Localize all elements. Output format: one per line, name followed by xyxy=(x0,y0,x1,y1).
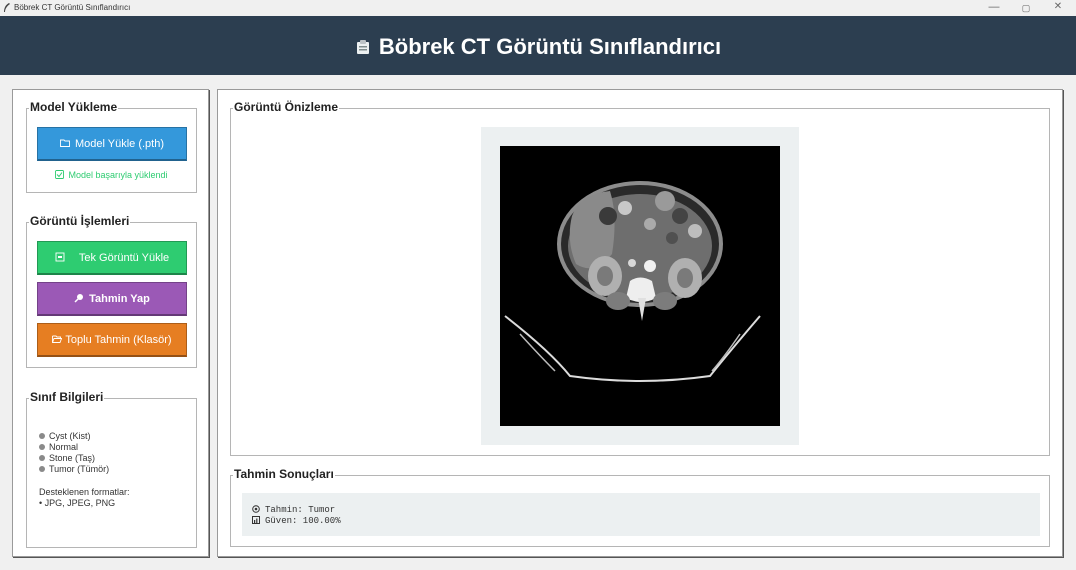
predict-button[interactable]: Tahmin Yap xyxy=(37,282,187,316)
feather-icon xyxy=(4,3,10,12)
class-label: Cyst (Kist) xyxy=(49,431,91,441)
class-label: Normal xyxy=(49,442,79,452)
bullet-icon xyxy=(39,444,45,450)
image-icon xyxy=(55,252,65,262)
batch-predict-button[interactable]: Toplu Tahmin (Klasör) xyxy=(37,323,187,357)
kidney-ct-image xyxy=(500,146,780,426)
list-item: Tumor (Tümör) xyxy=(39,464,109,475)
load-single-image-label: Tek Görüntü Yükle xyxy=(78,252,170,264)
image-preview-legend: Görüntü Önizleme xyxy=(233,100,340,114)
page-title: Böbrek CT Görüntü Sınıflandırıcı xyxy=(378,34,722,59)
class-label: Tumor (Tümör) xyxy=(49,464,110,474)
model-loading-legend: Model Yükleme xyxy=(29,100,119,114)
load-single-image-button[interactable]: Tek Görüntü Yükle xyxy=(37,241,187,275)
restore-button[interactable]: ▢ xyxy=(1011,3,1041,14)
confidence-line: Güven: 100.00% xyxy=(252,516,1040,527)
app-header: Böbrek CT Görüntü Sınıflandırıcı xyxy=(0,16,1076,75)
open-folder-icon xyxy=(52,335,63,343)
image-operations-group: Görüntü İşlemleri Tek Görüntü Yükle Tahm… xyxy=(26,214,197,368)
image-preview-frame xyxy=(481,127,799,445)
image-preview-group: Görüntü Önizleme xyxy=(230,100,1050,456)
clipboard-icon xyxy=(356,40,369,54)
bullet-icon xyxy=(39,433,45,439)
class-list: Cyst (Kist) Normal Stone (Taş) Tumor (Tü… xyxy=(39,431,109,475)
image-operations-legend: Görüntü İşlemleri xyxy=(29,214,131,228)
formats-value: • JPG, JPEG, PNG xyxy=(39,498,116,508)
header-title-row: Böbrek CT Görüntü Sınıflandırıcı xyxy=(0,34,1076,60)
checkbox-icon xyxy=(55,170,65,179)
bullet-icon xyxy=(39,466,45,472)
close-button[interactable]: ✕ xyxy=(1043,1,1073,12)
prediction-value: Tahmin: Tumor xyxy=(265,505,336,515)
target-icon xyxy=(252,505,260,513)
supported-formats: Desteklenen formatlar: • JPG, JPEG, PNG xyxy=(39,487,130,509)
model-status: Model başarıyla yüklendi xyxy=(27,170,196,180)
prediction-line: Tahmin: Tumor xyxy=(252,505,1040,516)
prediction-results-group: Tahmin Sonuçları Tahmin: Tumor Güven: 10… xyxy=(230,467,1050,547)
load-model-label: Model Yükle (.pth) xyxy=(74,138,165,150)
list-item: Stone (Taş) xyxy=(39,453,109,464)
minimize-button[interactable]: — xyxy=(979,1,1009,13)
bullet-icon xyxy=(39,455,45,461)
window-titlebar: Böbrek CT Görüntü Sınıflandırıcı — ▢ ✕ xyxy=(0,0,1076,16)
window-title: Böbrek CT Görüntü Sınıflandırıcı xyxy=(14,3,131,12)
right-panel: Görüntü Önizleme Tahmin Sonuçları Tahmin… xyxy=(217,89,1063,557)
model-loading-group: Model Yükleme Model Yükle (.pth) Model b… xyxy=(26,100,197,193)
formats-label: Desteklenen formatlar: xyxy=(39,487,130,497)
list-item: Cyst (Kist) xyxy=(39,431,109,442)
batch-predict-label: Toplu Tahmin (Klasör) xyxy=(65,334,172,346)
predict-label: Tahmin Yap xyxy=(89,293,150,305)
folder-icon xyxy=(60,139,70,147)
load-model-button[interactable]: Model Yükle (.pth) xyxy=(37,127,187,161)
magnifier-icon xyxy=(74,294,84,303)
left-panel: Model Yükleme Model Yükle (.pth) Model b… xyxy=(12,89,209,557)
model-status-text: Model başarıyla yüklendi xyxy=(68,170,168,180)
confidence-value: Güven: 100.00% xyxy=(265,516,341,526)
class-info-legend: Sınıf Bilgileri xyxy=(29,390,105,404)
chart-icon xyxy=(252,516,260,524)
prediction-results-legend: Tahmin Sonuçları xyxy=(233,467,335,481)
class-info-group: Sınıf Bilgileri Cyst (Kist) Normal Stone… xyxy=(26,390,197,548)
prediction-results-box: Tahmin: Tumor Güven: 100.00% xyxy=(242,493,1040,536)
list-item: Normal xyxy=(39,442,109,453)
class-label: Stone (Taş) xyxy=(49,453,96,463)
